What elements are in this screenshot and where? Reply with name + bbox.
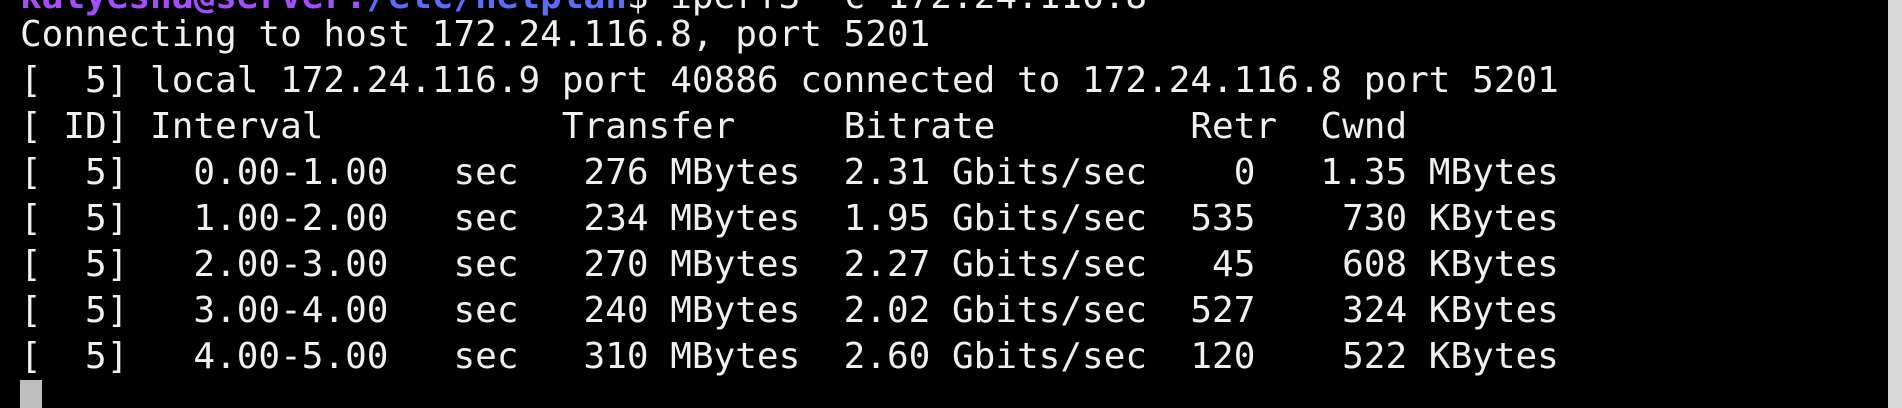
output-table-row: [ 5] 2.00-3.00 sec 270 MBytes 2.27 Gbits… <box>20 244 1559 285</box>
window-edge <box>1888 0 1902 408</box>
output-table-row: [ 5] 1.00-2.00 sec 234 MBytes 1.95 Gbits… <box>20 198 1559 239</box>
terminal-window[interactable]: kalyesha@server:/etc/netplan$ iperf3 -c … <box>0 0 1902 408</box>
output-line-connecting: Connecting to host 172.24.116.8, port 52… <box>20 14 931 55</box>
output-table-row: [ 5] 0.00-1.00 sec 276 MBytes 2.31 Gbits… <box>20 152 1559 193</box>
output-line-local-connection: [ 5] local 172.24.116.9 port 40886 conne… <box>20 60 1559 101</box>
output-table-row: [ 5] 3.00-4.00 sec 240 MBytes 2.02 Gbits… <box>20 290 1559 331</box>
terminal-cursor <box>20 380 42 408</box>
output-table-row: [ 5] 4.00-5.00 sec 310 MBytes 2.60 Gbits… <box>20 336 1559 377</box>
output-table-header: [ ID] Interval Transfer Bitrate Retr Cwn… <box>20 106 1408 147</box>
